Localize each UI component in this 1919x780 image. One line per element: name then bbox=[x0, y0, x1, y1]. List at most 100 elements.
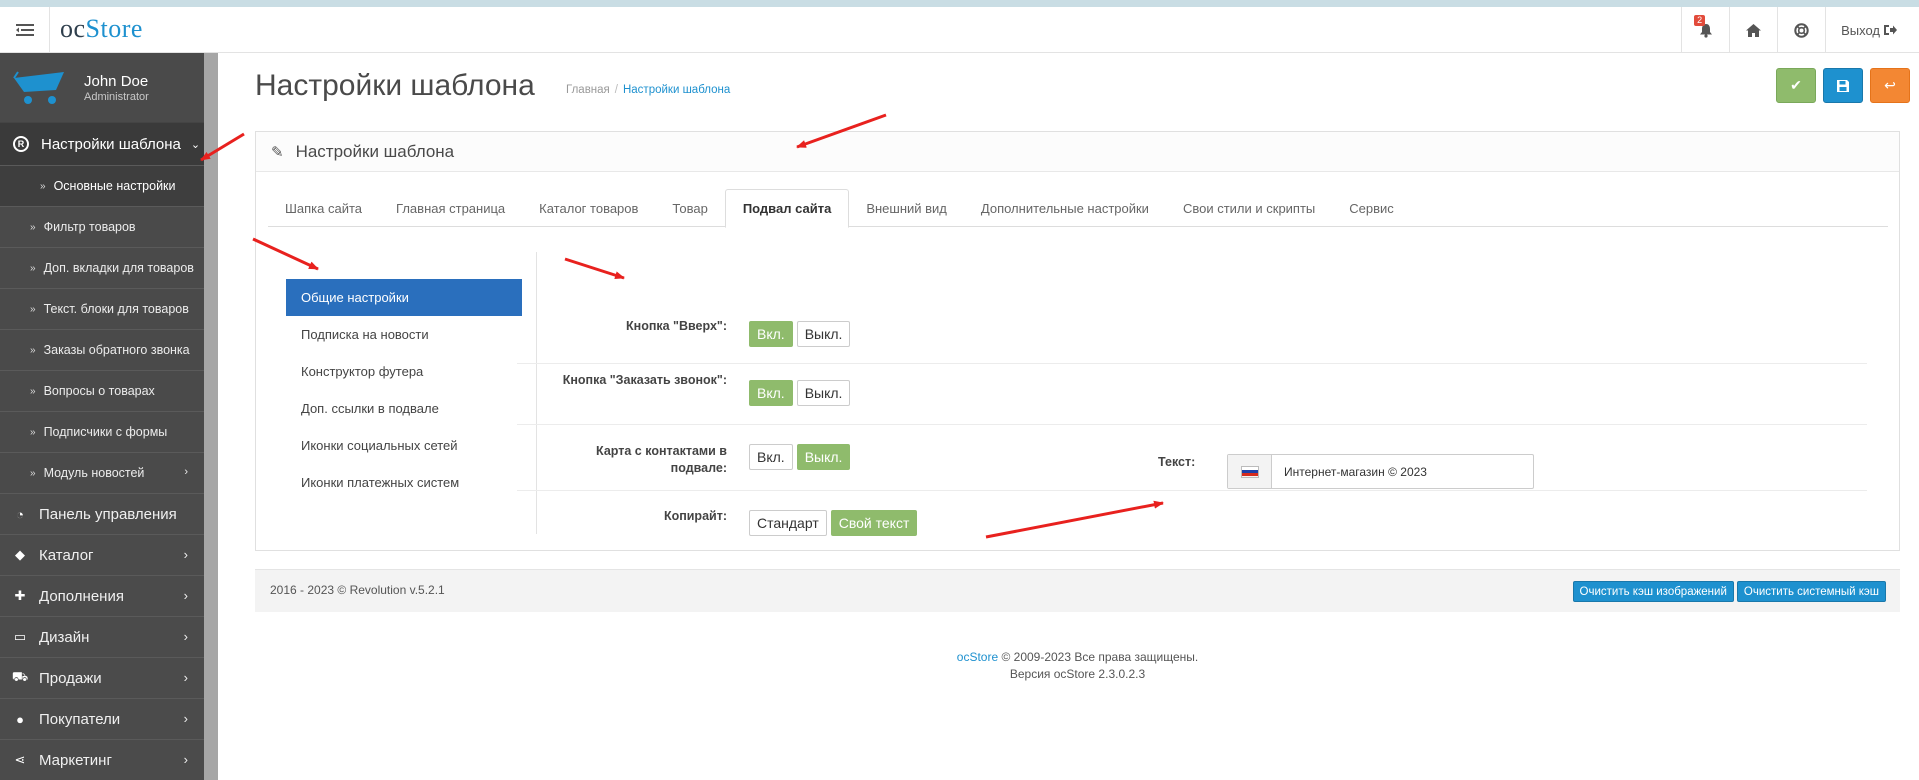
double-chevron-icon: » bbox=[30, 426, 36, 438]
double-chevron-icon: » bbox=[30, 262, 36, 274]
notifications-button[interactable]: 2 bbox=[1681, 7, 1729, 53]
dashboard-icon: ◔ bbox=[16, 506, 24, 522]
copyright-standard-button[interactable]: Стандарт bbox=[749, 510, 827, 536]
breadcrumb-home-link[interactable]: Главная bbox=[566, 84, 610, 96]
sidebar-item-design[interactable]: ▭ Дизайн › bbox=[0, 616, 204, 657]
sidebar-item-sales[interactable]: ⛟ Продажи › bbox=[0, 657, 204, 698]
sign-out-icon bbox=[1884, 25, 1897, 35]
chevron-right-icon: › bbox=[183, 670, 188, 685]
clear-image-cache-button[interactable]: Очистить кэш изображений bbox=[1572, 581, 1734, 602]
sidebar-subitem-main-settings[interactable]: » Основные настройки bbox=[0, 165, 204, 206]
tab-home-page[interactable]: Главная страница bbox=[379, 189, 522, 227]
vnav-payment-icons[interactable]: Иконки платежных систем bbox=[286, 464, 522, 501]
vnav-footer-builder[interactable]: Конструктор футера bbox=[286, 353, 522, 390]
sidebar-item-label: Покупатели bbox=[39, 710, 121, 728]
chevron-right-icon: › bbox=[183, 629, 188, 644]
help-button[interactable] bbox=[1777, 7, 1825, 53]
vnav-general-settings[interactable]: Общие настройки bbox=[286, 279, 522, 316]
home-icon bbox=[1746, 23, 1762, 37]
breadcrumb-current-link[interactable]: Настройки шаблона bbox=[623, 84, 730, 96]
copyright-text-label: Текст: bbox=[1158, 455, 1196, 469]
chevron-right-icon: › bbox=[184, 466, 188, 478]
toggle-on-button[interactable]: Вкл. bbox=[749, 444, 793, 470]
avatar bbox=[13, 70, 64, 104]
sidebar-item-extensions[interactable]: ✚ Дополнения › bbox=[0, 575, 204, 616]
menu-toggle-button[interactable] bbox=[0, 7, 50, 53]
sidebar-subitem-label: Доп. вкладки для товаров bbox=[43, 261, 194, 275]
lifebuoy-icon bbox=[1794, 22, 1809, 38]
tab-product-catalog[interactable]: Каталог товаров bbox=[522, 189, 655, 227]
share-icon: ⋖ bbox=[14, 752, 26, 767]
sidebar-subitem-extra-tabs[interactable]: » Доп. вкладки для товаров bbox=[0, 247, 204, 288]
sidebar-item-label: Настройки шаблона bbox=[41, 135, 181, 153]
sidebar-item-marketing[interactable]: ⋖ Маркетинг › bbox=[0, 739, 204, 780]
chevron-right-icon: › bbox=[183, 588, 188, 603]
sidebar-subitem-form-subscribers[interactable]: » Подписчики с формы bbox=[0, 411, 204, 452]
copyright-text-field[interactable]: Интернет-магазин © 2023 bbox=[1227, 454, 1534, 489]
chevron-down-icon: ⌄ bbox=[190, 138, 201, 151]
chevron-right-icon: › bbox=[183, 711, 188, 726]
copyright-text-value[interactable]: Интернет-магазин © 2023 bbox=[1272, 455, 1427, 488]
home-button[interactable] bbox=[1729, 7, 1777, 53]
registered-icon: R bbox=[13, 136, 29, 152]
cart-icon: ⛟ bbox=[11, 669, 29, 684]
toggle-off-button[interactable]: Выкл. bbox=[796, 321, 851, 347]
form-label: Кнопка "Вверх": bbox=[626, 319, 727, 333]
sidebar-subitem-product-questions[interactable]: » Вопросы о товарах bbox=[0, 370, 204, 411]
monitor-icon: ▭ bbox=[13, 629, 27, 644]
sidebar-item-label: Дизайн bbox=[39, 628, 90, 646]
apply-button[interactable]: ✔ bbox=[1776, 68, 1816, 103]
tab-site-header[interactable]: Шапка сайта bbox=[268, 189, 379, 227]
sidebar: John Doe Administrator R Настройки шабло… bbox=[0, 53, 218, 780]
double-chevron-icon: » bbox=[30, 344, 36, 356]
tab-service[interactable]: Сервис bbox=[1332, 189, 1411, 227]
sidebar-item-label: Продажи bbox=[39, 669, 102, 687]
sidebar-subitem-text-blocks[interactable]: » Текст. блоки для товаров bbox=[0, 288, 204, 329]
vnav-social-icons[interactable]: Иконки социальных сетей bbox=[286, 427, 522, 464]
ocstore-link[interactable]: ocStore bbox=[957, 650, 998, 664]
form-row-scroll-top: Кнопка "Вверх": Вкл. Выкл. bbox=[517, 309, 1867, 364]
rights-text: © 2009-2023 Все права защищены. bbox=[1001, 650, 1199, 664]
form-label: Кнопка "Заказать звонок": bbox=[562, 373, 727, 387]
sidebar-subitem-label: Вопросы о товарах bbox=[43, 384, 155, 398]
language-flag-addon bbox=[1228, 455, 1272, 488]
panel-title: Настройки шаблона bbox=[295, 141, 455, 161]
toggle-on-button[interactable]: Вкл. bbox=[749, 321, 793, 347]
sidebar-item-template-settings[interactable]: R Настройки шаблона ⌄ bbox=[0, 122, 204, 165]
double-chevron-icon: » bbox=[30, 467, 36, 479]
sidebar-subitem-label: Основные настройки bbox=[53, 179, 176, 193]
sidebar-subitem-filter[interactable]: » Фильтр товаров bbox=[0, 206, 204, 247]
toggle-off-button[interactable]: Выкл. bbox=[796, 444, 851, 470]
form-row-callback-button: Кнопка "Заказать звонок": Вкл. Выкл. bbox=[517, 364, 1867, 425]
user-profile[interactable]: John Doe Administrator bbox=[0, 53, 204, 122]
logout-button[interactable]: Выход bbox=[1825, 7, 1919, 53]
vnav-footer-links[interactable]: Доп. ссылки в подвале bbox=[286, 390, 522, 427]
copyright-footer: ocStore © 2009-2023 Все права защищены. … bbox=[255, 649, 1900, 683]
vnav-newsletter[interactable]: Подписка на новости bbox=[286, 316, 522, 353]
toggle-off-button[interactable]: Выкл. bbox=[796, 380, 851, 406]
tab-custom-styles-scripts[interactable]: Свои стили и скрипты bbox=[1166, 189, 1332, 227]
sidebar-item-dashboard[interactable]: ◔ Панель управления bbox=[0, 493, 204, 534]
sidebar-subitem-news-module[interactable]: » Модуль новостей › bbox=[0, 452, 204, 493]
toggle-on-button[interactable]: Вкл. bbox=[749, 380, 793, 406]
sidebar-subitem-label: Текст. блоки для товаров bbox=[43, 302, 189, 316]
back-button[interactable]: ↩ bbox=[1870, 68, 1910, 103]
ocstore-logo[interactable]: ocStore bbox=[60, 14, 143, 44]
sidebar-item-catalog[interactable]: ◆ Каталог › bbox=[0, 534, 204, 575]
tab-product[interactable]: Товар bbox=[655, 189, 724, 227]
notification-count-badge: 2 bbox=[1694, 15, 1706, 26]
store-version: Версия ocStore 2.3.0.2.3 bbox=[1009, 667, 1146, 681]
clear-system-cache-button[interactable]: Очистить системный кэш bbox=[1736, 581, 1886, 602]
save-button[interactable] bbox=[1823, 68, 1863, 103]
sidebar-subitem-label: Заказы обратного звонка bbox=[43, 343, 190, 357]
tab-additional-settings[interactable]: Дополнительные настройки bbox=[964, 189, 1166, 227]
sidebar-subitem-callback-orders[interactable]: » Заказы обратного звонка bbox=[0, 329, 204, 370]
copyright-custom-button[interactable]: Свой текст bbox=[830, 510, 918, 536]
settings-tabs: Шапка сайта Главная страница Каталог тов… bbox=[268, 189, 1888, 228]
user-role: Administrator bbox=[84, 90, 149, 103]
tab-appearance[interactable]: Внешний вид bbox=[849, 189, 964, 227]
hamburger-icon bbox=[15, 24, 34, 36]
panel-heading: ✎ Настройки шаблона bbox=[256, 132, 1899, 172]
tab-site-footer[interactable]: Подвал сайта bbox=[724, 189, 850, 228]
sidebar-item-customers[interactable]: ● Покупатели › bbox=[0, 698, 204, 739]
